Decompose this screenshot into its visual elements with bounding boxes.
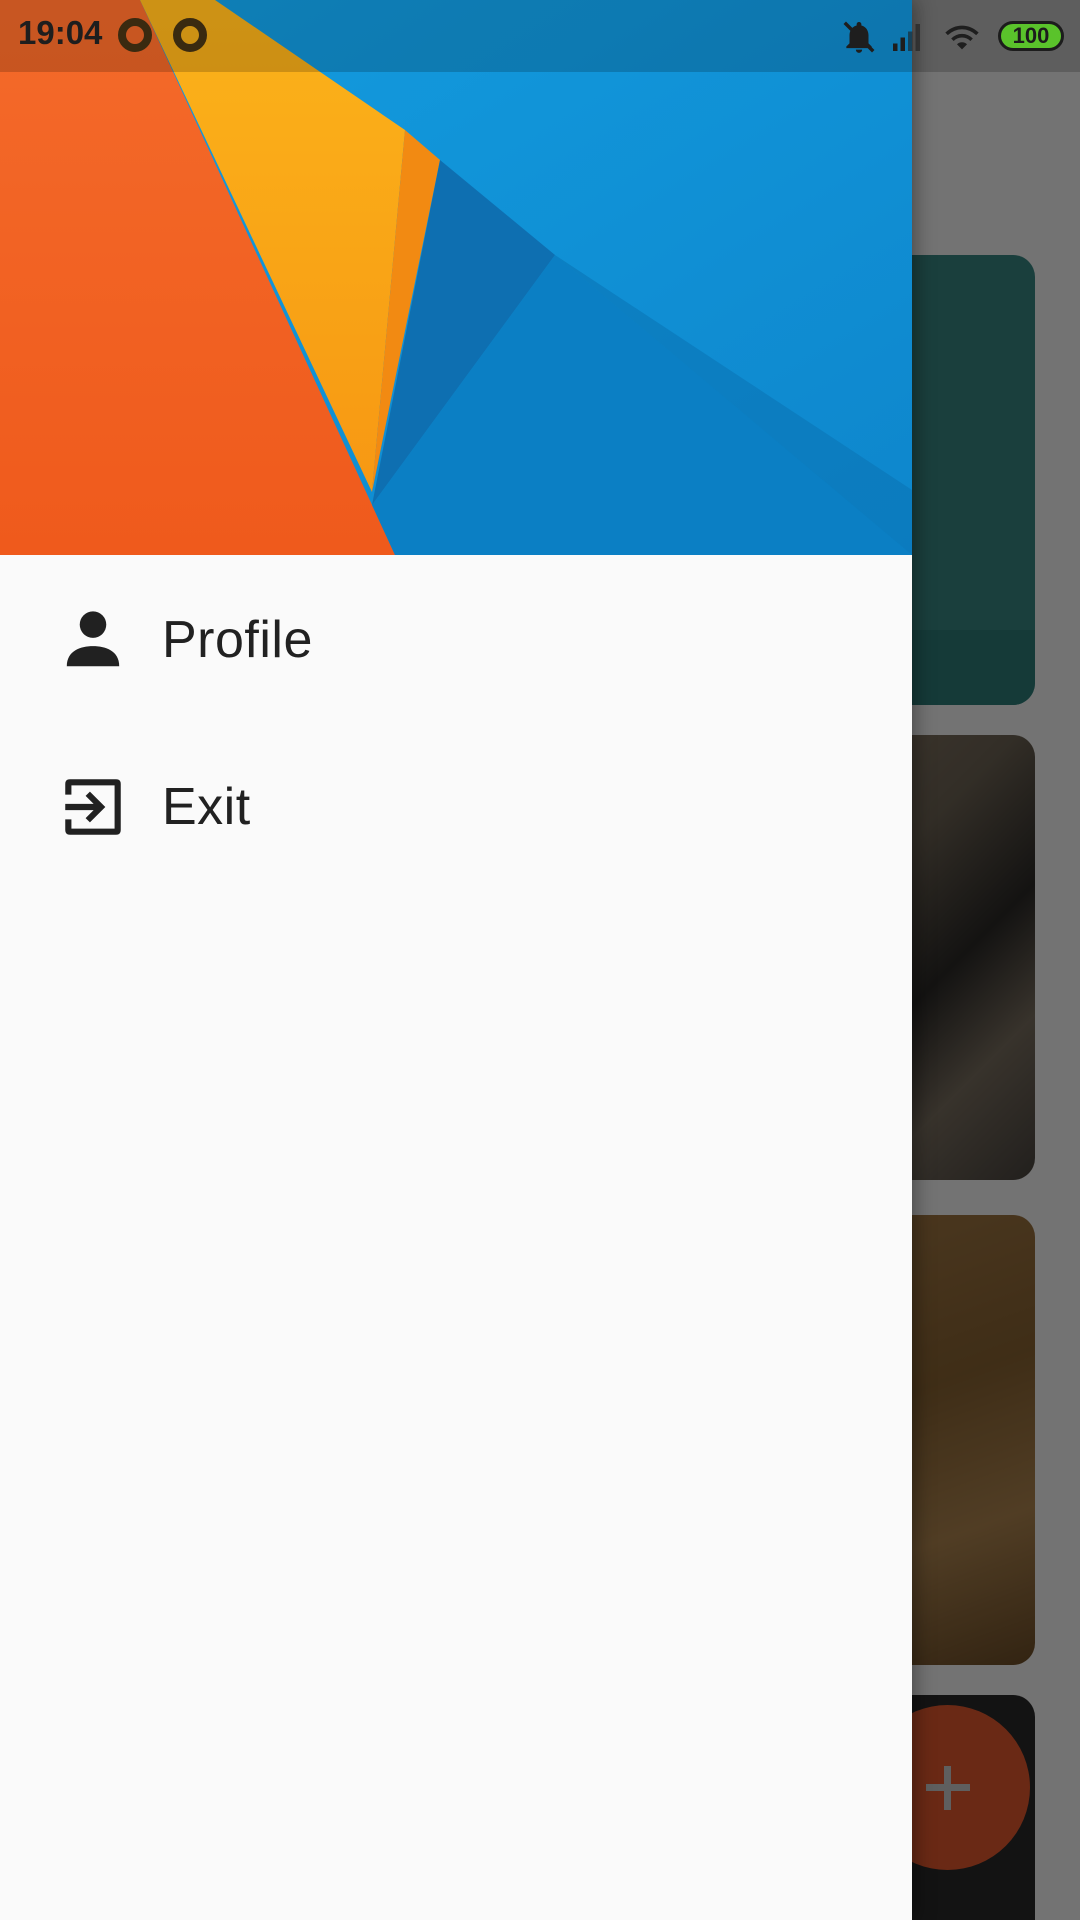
drawer-item-label: Profile	[162, 611, 313, 669]
notification-dot-icon	[173, 18, 207, 52]
drawer-item-label: Exit	[162, 778, 251, 836]
exit-icon	[56, 770, 130, 844]
battery-level: 100	[1012, 23, 1050, 48]
person-icon	[56, 603, 130, 677]
drawer-item-exit[interactable]: Exit	[0, 732, 912, 882]
drawer-item-profile[interactable]: Profile	[0, 565, 912, 715]
wifi-icon	[945, 25, 979, 50]
battery-icon: 100	[998, 21, 1064, 51]
signal-icon	[893, 24, 920, 51]
bell-off-icon	[843, 21, 875, 53]
notification-dot-icon	[118, 18, 152, 52]
abstract-wallpaper	[0, 0, 912, 555]
status-time: 19:04	[18, 14, 103, 51]
status-bar: 19:04 100	[0, 0, 1080, 72]
drawer-header-image	[0, 0, 912, 555]
navigation-drawer: Profile Exit	[0, 0, 912, 1920]
